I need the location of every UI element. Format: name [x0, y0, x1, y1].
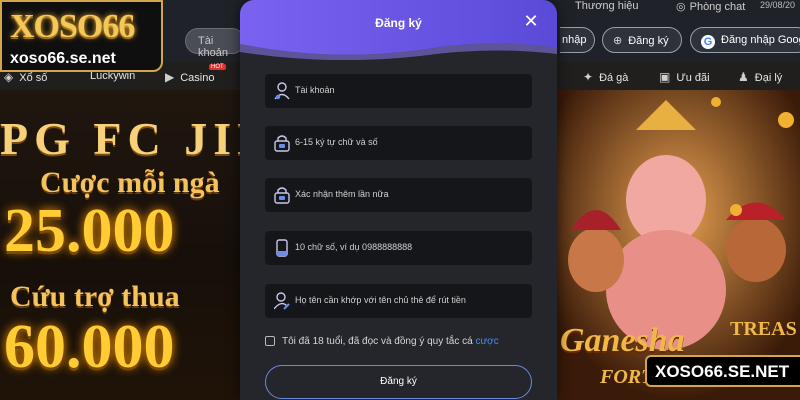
promo-amount-2: 60.000	[4, 313, 175, 381]
username-placeholder: Tài khoản	[295, 85, 335, 95]
username-field[interactable]: Tài khoản	[265, 74, 532, 108]
logo-domain: xoso66.se.net	[10, 50, 116, 67]
google-login-button[interactable]: G Đăng nhập Google	[690, 27, 800, 53]
promo-loss-relief: Cứu trợ thua	[10, 280, 180, 313]
confirm-password-placeholder: Xác nhận thêm lần nữa	[295, 189, 389, 199]
fullname-placeholder: Họ tên cần khớp với tên chủ thẻ để rút t…	[295, 295, 466, 305]
google-login-label: Đăng nhập Google	[721, 34, 800, 46]
nav-item-cockfight[interactable]: ✦ Đá gà	[583, 70, 628, 84]
terms-text: Tôi đã 18 tuổi, đã đọc và đồng ý quy tắc…	[282, 336, 499, 347]
terms-label: Tôi đã 18 tuổi, đã đọc và đồng ý quy tắc…	[282, 336, 476, 347]
user-icon	[274, 82, 290, 100]
casino-icon: ▶	[165, 70, 175, 84]
nav-item-label: Ưu đãi	[676, 72, 710, 84]
phone-icon	[276, 239, 288, 257]
nav-item-label: Xổ số	[19, 72, 48, 84]
hot-badge: HOT	[209, 64, 226, 70]
page: XOSO66 xoso66.se.net Tài khoản Thương hi…	[0, 0, 800, 400]
promo-daily-bet: Cược mỗi ngà	[40, 166, 220, 199]
gift-icon: ▣	[659, 70, 671, 84]
age-consent-checkbox[interactable]	[265, 336, 275, 346]
google-icon: G	[701, 35, 715, 49]
register-header-label: Đăng ký	[628, 35, 669, 47]
lock-icon	[274, 135, 290, 152]
rooster-icon: ✦	[583, 70, 594, 84]
agent-icon: ♟	[738, 70, 749, 84]
site-logo[interactable]: XOSO66 xoso66.se.net	[0, 0, 163, 72]
nav-item-agent[interactable]: ♟ Đại lý	[738, 70, 782, 84]
terms-link[interactable]: cược	[475, 336, 498, 347]
date-display: 29/08/20	[760, 0, 796, 10]
register-header-button[interactable]: ⊕ Đăng ký	[602, 27, 682, 53]
nav-item-casino[interactable]: ▶ Casino	[165, 70, 214, 84]
chat-icon: ◎	[676, 1, 686, 13]
nav-item-label: Casino	[180, 72, 215, 84]
phone-placeholder: 10 chữ số, ví dụ 0988888888	[295, 242, 413, 252]
promo-amount-1: 25.000	[4, 197, 175, 265]
login-button-label: nhập	[562, 34, 587, 46]
password-placeholder: 6-15 ký tự chữ và số	[295, 137, 378, 147]
confirm-password-field[interactable]: Xác nhận thêm lần nữa	[265, 178, 532, 212]
brand-link[interactable]: Thương hiệu	[575, 0, 639, 12]
register-submit-button[interactable]: Đăng ký	[265, 365, 532, 399]
password-field[interactable]: 6-15 ký tự chữ và số	[265, 126, 532, 160]
modal-header-wave	[240, 0, 557, 60]
add-user-icon: ⊕	[613, 35, 623, 47]
chat-room-label: Phòng chat	[689, 1, 746, 13]
lottery-icon: ◈	[4, 70, 14, 84]
brand-link-label: Thương hiệu	[575, 0, 639, 12]
site-watermark: XOSO66.SE.NET	[645, 355, 800, 387]
phone-field[interactable]: 10 chữ số, ví dụ 0988888888	[265, 231, 532, 265]
register-modal: Đăng ký ✕ Tài khoản 6-15 ký tự chữ và số	[240, 0, 557, 400]
lock-icon	[274, 187, 290, 204]
fullname-field[interactable]: Họ tên cần khớp với tên chủ thẻ để rút t…	[265, 284, 532, 318]
nav-item-promotions[interactable]: ▣ Ưu đãi	[659, 70, 710, 84]
logo-text: XOSO66	[10, 8, 135, 45]
game-title-secondary: TREAS	[730, 318, 797, 340]
nav-item-label: Đại lý	[754, 72, 783, 84]
modal-title: Đăng ký	[375, 16, 422, 30]
login-button[interactable]: nhập	[560, 27, 595, 53]
nav-item-label: Đá gà	[599, 72, 629, 84]
username-search-input[interactable]: Tài khoản	[185, 28, 245, 59]
close-icon[interactable]: ✕	[522, 12, 540, 30]
user-edit-icon	[274, 292, 290, 310]
chat-room-link[interactable]: ◎ Phòng chat	[676, 0, 745, 13]
nav-item-lottery[interactable]: ◈ Xổ số	[4, 70, 47, 84]
